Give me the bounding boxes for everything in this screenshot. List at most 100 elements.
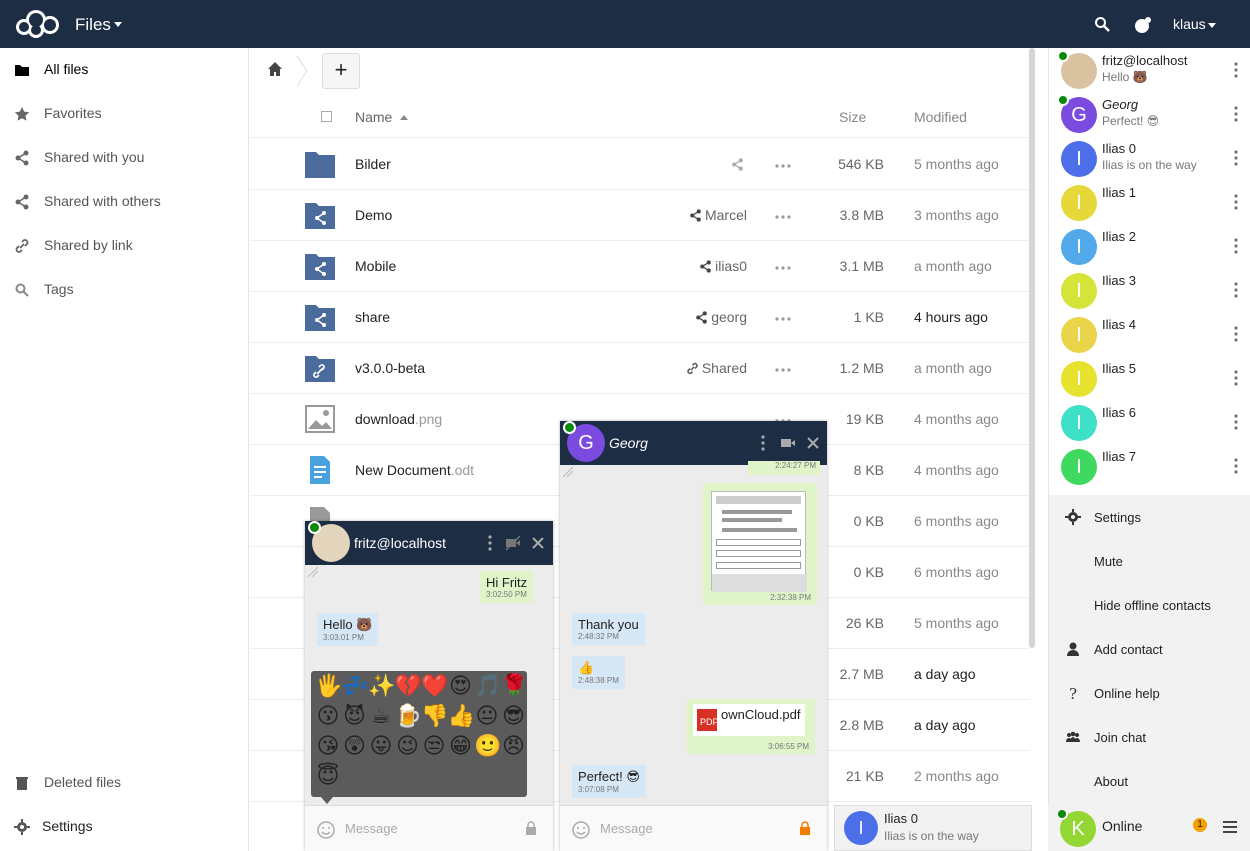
kebab-menu-icon[interactable] (487, 535, 493, 551)
more-actions-icon[interactable] (775, 266, 791, 270)
emoji-option[interactable]: ❤️ (421, 673, 448, 699)
emoji-picker-icon[interactable] (572, 821, 590, 839)
emoji-option[interactable]: 😗 (315, 703, 341, 729)
table-row[interactable]: share georg 1 KB 4 hours ago (250, 292, 1030, 343)
contact-item[interactable]: I Ilias 7 (1049, 444, 1250, 488)
menu-settings[interactable]: Settings (1049, 495, 1250, 539)
nav-shared-with-others[interactable]: Shared with others (0, 180, 249, 224)
emoji-option[interactable]: 🍺 (395, 703, 422, 729)
search-icon[interactable] (1094, 16, 1110, 32)
contact-item[interactable]: I Ilias 3 (1049, 268, 1250, 312)
minimized-chat-ilias0[interactable]: I Ilias 0 Ilias is on the way (834, 805, 1032, 851)
nav-all-files[interactable]: All files (0, 48, 249, 92)
select-all-checkbox[interactable] (321, 111, 332, 122)
file-name[interactable]: Bilder (355, 156, 391, 172)
contact-item[interactable]: I Ilias 1 (1049, 180, 1250, 224)
nav-deleted-files[interactable]: Deleted files (0, 761, 249, 805)
contact-menu-icon[interactable] (1234, 326, 1238, 342)
emoji-option[interactable]: 😎 (501, 703, 527, 729)
contact-menu-icon[interactable] (1234, 370, 1238, 386)
nav-shared-with-you[interactable]: Shared with you (0, 136, 249, 180)
contact-item[interactable]: I Ilias 0 Ilias is on the way (1049, 136, 1250, 180)
kebab-menu-icon[interactable] (760, 435, 766, 451)
new-file-button[interactable]: + (322, 53, 360, 89)
share-button[interactable] (731, 156, 747, 172)
emoji-option[interactable]: 🖐 (315, 673, 342, 699)
table-row[interactable]: Bilder 546 KB 5 months ago (250, 139, 1030, 190)
user-menu-caret-icon[interactable] (1208, 23, 1216, 28)
menu-mute[interactable]: Mute (1049, 539, 1250, 583)
app-menu-caret-icon[interactable] (114, 22, 122, 27)
close-icon[interactable] (532, 535, 544, 551)
contact-menu-icon[interactable] (1234, 106, 1238, 122)
resize-handle-icon[interactable] (308, 567, 318, 577)
contact-item[interactable]: I Ilias 6 (1049, 400, 1250, 444)
file-name[interactable]: Demo (355, 207, 392, 223)
user-menu[interactable]: klaus (1173, 16, 1206, 32)
emoji-option[interactable]: 🎵 (474, 673, 501, 699)
contact-menu-icon[interactable] (1234, 194, 1238, 210)
menu-add-contact[interactable]: Add contact (1049, 627, 1250, 671)
contact-menu-icon[interactable] (1234, 458, 1238, 474)
emoji-option[interactable]: 🌹 (501, 673, 528, 699)
menu-join-chat[interactable]: Join chat (1049, 715, 1250, 759)
more-actions-icon[interactable] (775, 317, 791, 321)
file-name[interactable]: v3.0.0-beta (355, 360, 425, 376)
contact-menu-icon[interactable] (1234, 414, 1238, 430)
emoji-option[interactable]: 😘 (315, 733, 341, 759)
emoji-option[interactable]: 👎 (421, 703, 448, 729)
close-icon[interactable] (807, 435, 819, 451)
more-actions-icon[interactable] (775, 215, 791, 219)
message-input[interactable]: Message (600, 821, 653, 836)
menu-hide-offline[interactable]: Hide offline contacts (1049, 583, 1250, 627)
contact-menu-icon[interactable] (1234, 238, 1238, 254)
screenshot-attachment[interactable] (711, 491, 807, 592)
contact-menu-icon[interactable] (1234, 62, 1238, 78)
app-name-menu[interactable]: Files (75, 15, 111, 35)
chat-header[interactable]: fritz@localhost (305, 521, 553, 565)
nav-favorites[interactable]: Favorites (0, 92, 249, 136)
share-button[interactable]: Marcel (689, 207, 747, 223)
share-button[interactable]: georg (695, 309, 747, 325)
nav-shared-by-link[interactable]: Shared by link (0, 224, 249, 268)
share-button[interactable]: Shared (686, 360, 747, 376)
emoji-picker-icon[interactable] (317, 821, 335, 839)
emoji-option[interactable]: 😉 (395, 733, 421, 759)
nav-settings[interactable]: Settings (0, 805, 249, 849)
message-input[interactable]: Message (345, 821, 398, 836)
column-name[interactable]: Name (355, 109, 392, 125)
emoji-option[interactable]: 😍 (448, 673, 474, 699)
emoji-option[interactable]: 😇 (315, 763, 341, 789)
video-off-icon[interactable] (505, 535, 521, 551)
presence-status-select[interactable]: Online (1102, 818, 1142, 834)
more-actions-icon[interactable] (775, 164, 791, 168)
emoji-option[interactable]: ☕ (368, 703, 394, 729)
contact-menu-icon[interactable] (1234, 150, 1238, 166)
menu-about[interactable]: About (1049, 759, 1250, 803)
contact-item[interactable]: I Ilias 2 (1049, 224, 1250, 268)
contact-item[interactable]: I Ilias 5 (1049, 356, 1250, 400)
contact-item[interactable]: G Georg Perfect! 😎 (1049, 92, 1250, 136)
emoji-option[interactable]: 😈 (342, 703, 368, 729)
contact-menu-icon[interactable] (1234, 282, 1238, 298)
emoji-option[interactable]: 💔 (395, 673, 422, 699)
chat-status-icon[interactable] (1134, 16, 1152, 34)
hamburger-menu-icon[interactable] (1223, 821, 1237, 833)
resize-handle-icon[interactable] (563, 467, 573, 477)
nav-tags[interactable]: Tags (0, 268, 249, 312)
more-actions-icon[interactable] (775, 368, 791, 372)
column-modified[interactable]: Modified (914, 109, 967, 125)
emoji-option[interactable]: 🙂 (474, 733, 501, 759)
share-button[interactable]: ilias0 (699, 258, 747, 274)
file-name[interactable]: share (355, 309, 390, 325)
emoji-option[interactable]: 😛 (368, 733, 394, 759)
video-call-icon[interactable] (780, 435, 796, 451)
contact-item[interactable]: I Ilias 4 (1049, 312, 1250, 356)
table-row[interactable]: Demo Marcel 3.8 MB 3 months ago (250, 190, 1030, 241)
emoji-option[interactable]: 👍 (448, 703, 475, 729)
file-list-scrollbar[interactable] (1029, 48, 1035, 648)
home-icon[interactable] (267, 61, 283, 77)
emoji-option[interactable]: 😠 (501, 733, 527, 759)
contact-item[interactable]: fritz@localhost Hello 🐻 (1049, 48, 1250, 92)
encryption-lock-icon[interactable] (525, 821, 537, 835)
